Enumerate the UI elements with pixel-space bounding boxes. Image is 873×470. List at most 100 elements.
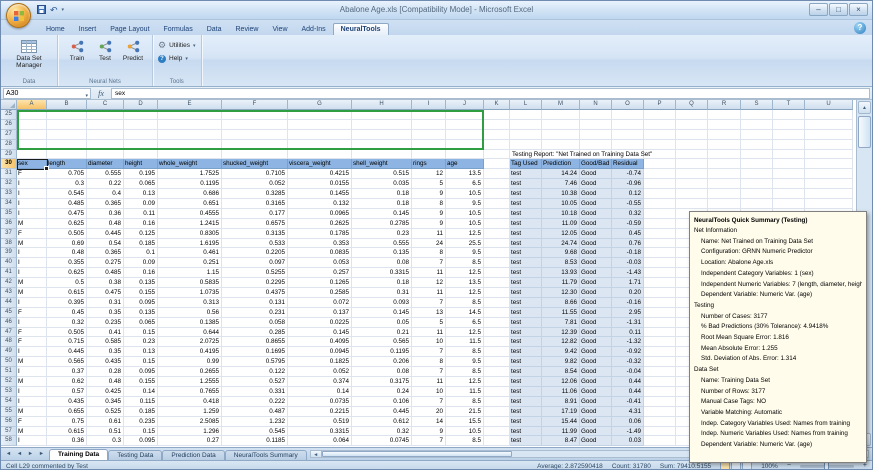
cell[interactable] (484, 396, 510, 407)
cell[interactable]: 0.0735 (288, 396, 352, 407)
cell[interactable]: 9 (412, 189, 446, 200)
cell[interactable]: 1.296 (158, 426, 222, 437)
cell[interactable]: 0.418 (158, 396, 222, 407)
cell[interactable]: 0.374 (288, 377, 352, 387)
cell[interactable]: 12.5 (446, 288, 484, 298)
cell[interactable]: 0.21 (352, 327, 412, 338)
cell[interactable]: Good (580, 357, 612, 368)
cell[interactable]: 0.355 (47, 258, 87, 269)
cell[interactable] (676, 129, 708, 140)
cell[interactable]: 7 (412, 396, 446, 407)
cell[interactable]: test (510, 288, 542, 298)
cell[interactable] (412, 149, 446, 160)
cell[interactable]: 0.1455 (288, 189, 352, 200)
cell[interactable]: 0.565 (47, 357, 87, 368)
cell[interactable]: 12.06 (542, 377, 580, 387)
cell[interactable]: I (17, 189, 47, 200)
row-header[interactable]: 33 (1, 189, 17, 200)
cell[interactable] (644, 218, 676, 229)
cell[interactable]: 25.5 (446, 238, 484, 249)
row-header[interactable]: 25 (1, 110, 17, 120)
cell[interactable]: 0.527 (222, 377, 288, 387)
cell[interactable]: M (17, 278, 47, 289)
cell[interactable]: test (510, 258, 542, 269)
cell[interactable]: Prediction (542, 159, 580, 170)
cell[interactable]: test (510, 317, 542, 328)
cell[interactable] (484, 169, 510, 180)
cell[interactable] (708, 129, 741, 140)
cell[interactable]: -0.16 (612, 297, 644, 308)
cell[interactable]: 0.132 (288, 199, 352, 209)
column-header-o[interactable]: O (612, 100, 644, 110)
row-header[interactable]: 40 (1, 258, 17, 269)
cell[interactable]: 0.525 (87, 406, 124, 417)
cell[interactable]: 0.51 (87, 426, 124, 437)
cell[interactable]: 0.16 (124, 268, 158, 279)
cell[interactable]: test (510, 189, 542, 200)
cell[interactable]: 0.44 (612, 386, 644, 397)
cell[interactable]: Good (580, 367, 612, 378)
cell[interactable] (708, 189, 741, 200)
cell[interactable]: 0.0945 (288, 347, 352, 358)
name-box[interactable]: A30 ▾ (3, 87, 91, 99)
cell[interactable]: 0.545 (222, 426, 288, 437)
cell[interactable]: test (510, 386, 542, 397)
cell[interactable]: 0.76 (612, 238, 644, 249)
page-layout-view-icon[interactable] (731, 462, 742, 469)
cell[interactable]: 0.48 (87, 377, 124, 387)
cell[interactable]: 9 (412, 426, 446, 437)
cell[interactable]: 10.18 (542, 208, 580, 219)
cell[interactable]: 2.0725 (158, 337, 222, 348)
first-sheet-icon[interactable]: ◄ (4, 449, 13, 460)
cell[interactable] (676, 199, 708, 209)
column-header-l[interactable]: L (510, 100, 542, 110)
cell[interactable]: 0.5255 (222, 268, 288, 279)
cell[interactable]: 9.68 (542, 248, 580, 259)
cell[interactable] (805, 139, 853, 150)
cell[interactable]: Good (580, 179, 612, 190)
cell[interactable] (708, 159, 741, 170)
cell[interactable]: diameter (87, 159, 124, 170)
column-header-n[interactable]: N (580, 100, 612, 110)
cell[interactable]: test (510, 416, 542, 427)
cell[interactable]: Good (580, 347, 612, 358)
cell[interactable]: 0.1265 (288, 278, 352, 289)
cell[interactable]: 0.16 (124, 218, 158, 229)
cell[interactable]: 7 (412, 347, 446, 358)
cell[interactable]: I (17, 179, 47, 190)
cell[interactable]: 8 (412, 248, 446, 259)
cell[interactable]: 10.05 (542, 199, 580, 209)
cell[interactable]: 0.533 (222, 238, 288, 249)
cell[interactable]: 13.93 (542, 268, 580, 279)
cell[interactable]: Good (580, 228, 612, 239)
cell[interactable]: 0.331 (222, 386, 288, 397)
cell[interactable]: 0.651 (158, 199, 222, 209)
cell[interactable]: 12 (412, 278, 446, 289)
cell[interactable]: 0.37 (47, 367, 87, 378)
cell[interactable] (510, 139, 542, 150)
cell[interactable]: 0.177 (222, 208, 288, 219)
row-header[interactable]: 48 (1, 337, 17, 348)
cell[interactable]: shucked_weight (222, 159, 288, 170)
cell[interactable]: I (17, 248, 47, 259)
cell[interactable] (510, 119, 542, 130)
cell[interactable] (676, 189, 708, 200)
cell[interactable]: 0.13 (124, 189, 158, 200)
cell[interactable]: M (17, 357, 47, 368)
cell[interactable]: 8.54 (542, 367, 580, 378)
cell[interactable]: F (17, 169, 47, 180)
row-header[interactable]: 28 (1, 139, 17, 150)
cell[interactable]: 9.82 (542, 357, 580, 368)
column-header-s[interactable]: S (741, 100, 773, 110)
ribbon-tab-review[interactable]: Review (229, 24, 266, 35)
row-header[interactable]: 54 (1, 396, 17, 407)
cell[interactable]: 0.0745 (352, 436, 412, 447)
undo-button[interactable]: ↶ (50, 5, 58, 15)
cell[interactable] (288, 149, 352, 160)
cell[interactable]: 0.435 (47, 396, 87, 407)
cell[interactable] (484, 159, 510, 170)
column-header-f[interactable]: F (222, 100, 288, 110)
sheet-tab-neuraltools-summary[interactable]: NeuralTools Summary (224, 450, 307, 460)
cell[interactable] (644, 208, 676, 219)
cell[interactable]: 0.23 (124, 337, 158, 348)
